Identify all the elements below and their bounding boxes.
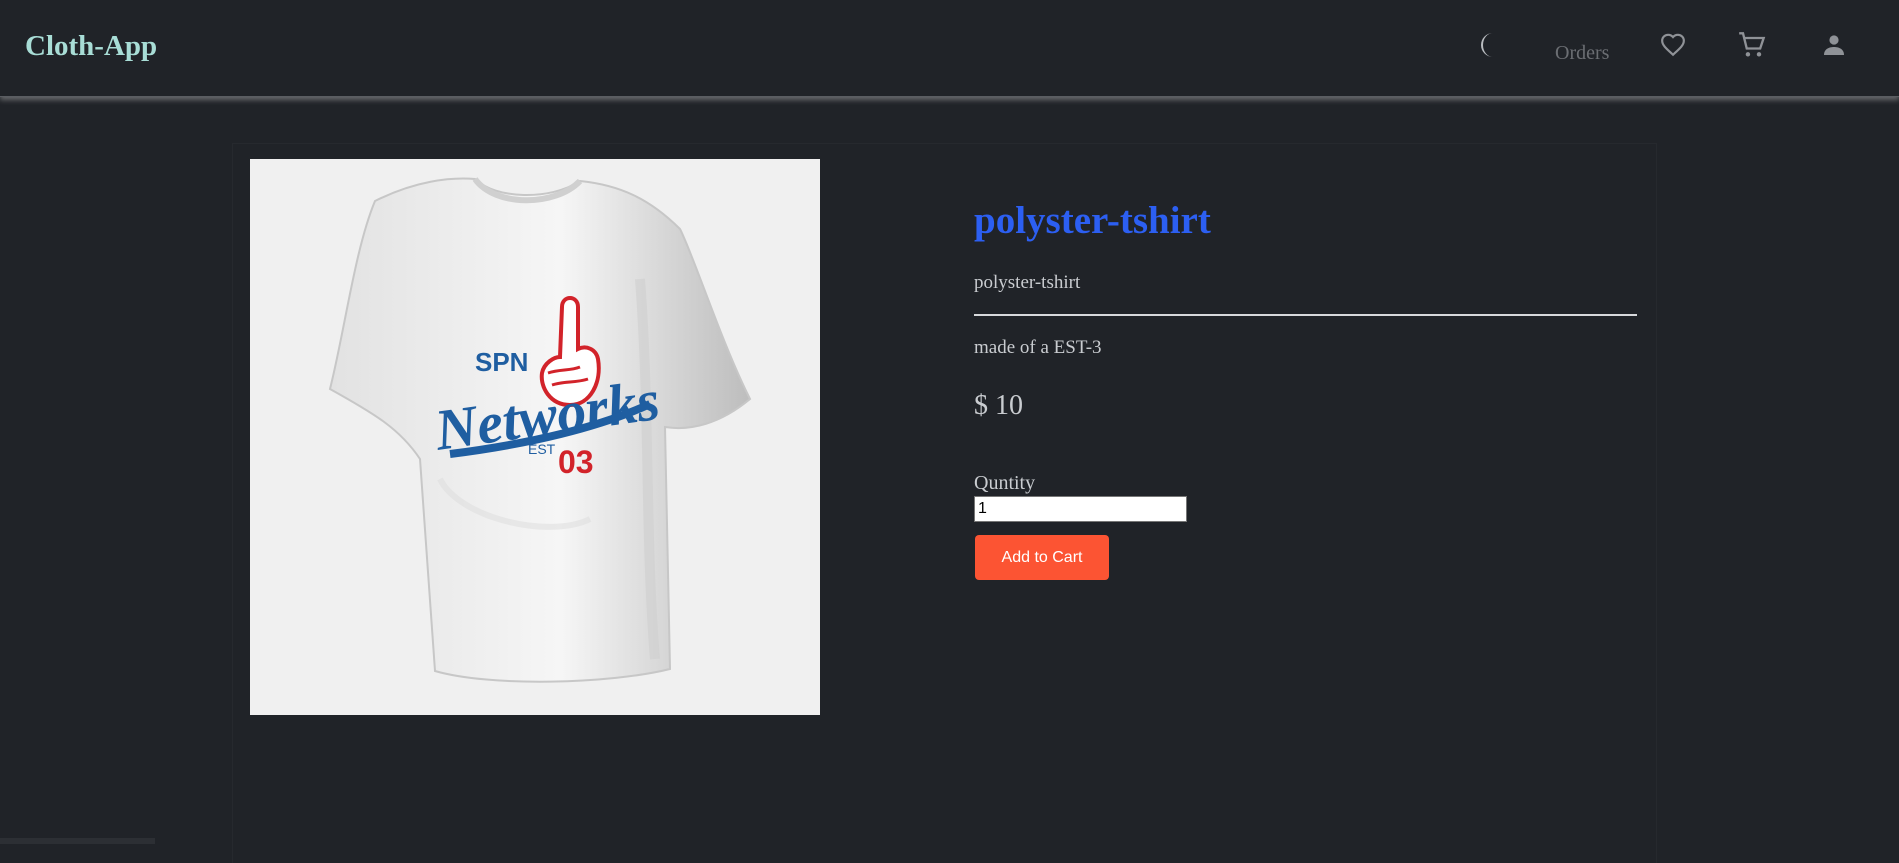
product-title: polyster-tshirt xyxy=(974,199,1211,242)
print-spn: SPN xyxy=(475,347,528,377)
moon-icon[interactable] xyxy=(1476,30,1502,60)
cart-icon[interactable] xyxy=(1737,30,1767,60)
product-image: SPN Networks EST 03 xyxy=(250,159,820,715)
quantity-input[interactable] xyxy=(974,496,1187,522)
tshirt-graphic: SPN Networks EST 03 xyxy=(250,159,820,715)
scroll-indicator xyxy=(0,838,155,844)
add-to-cart-button[interactable]: Add to Cart xyxy=(975,535,1109,580)
print-est: EST xyxy=(528,441,556,457)
product-subtitle: polyster-tshirt xyxy=(974,272,1081,293)
divider xyxy=(974,314,1637,316)
orders-link[interactable]: Orders xyxy=(1555,42,1609,65)
user-icon[interactable] xyxy=(1820,31,1848,59)
brand-logo[interactable]: Cloth-App xyxy=(25,30,157,63)
quantity-label: Quntity xyxy=(974,472,1036,494)
navbar: Cloth-App Orders xyxy=(0,0,1899,97)
print-number: 03 xyxy=(558,444,594,480)
heart-icon[interactable] xyxy=(1658,31,1688,59)
product-description: made of a EST-3 xyxy=(974,337,1102,358)
product-price: $ 10 xyxy=(974,390,1023,421)
